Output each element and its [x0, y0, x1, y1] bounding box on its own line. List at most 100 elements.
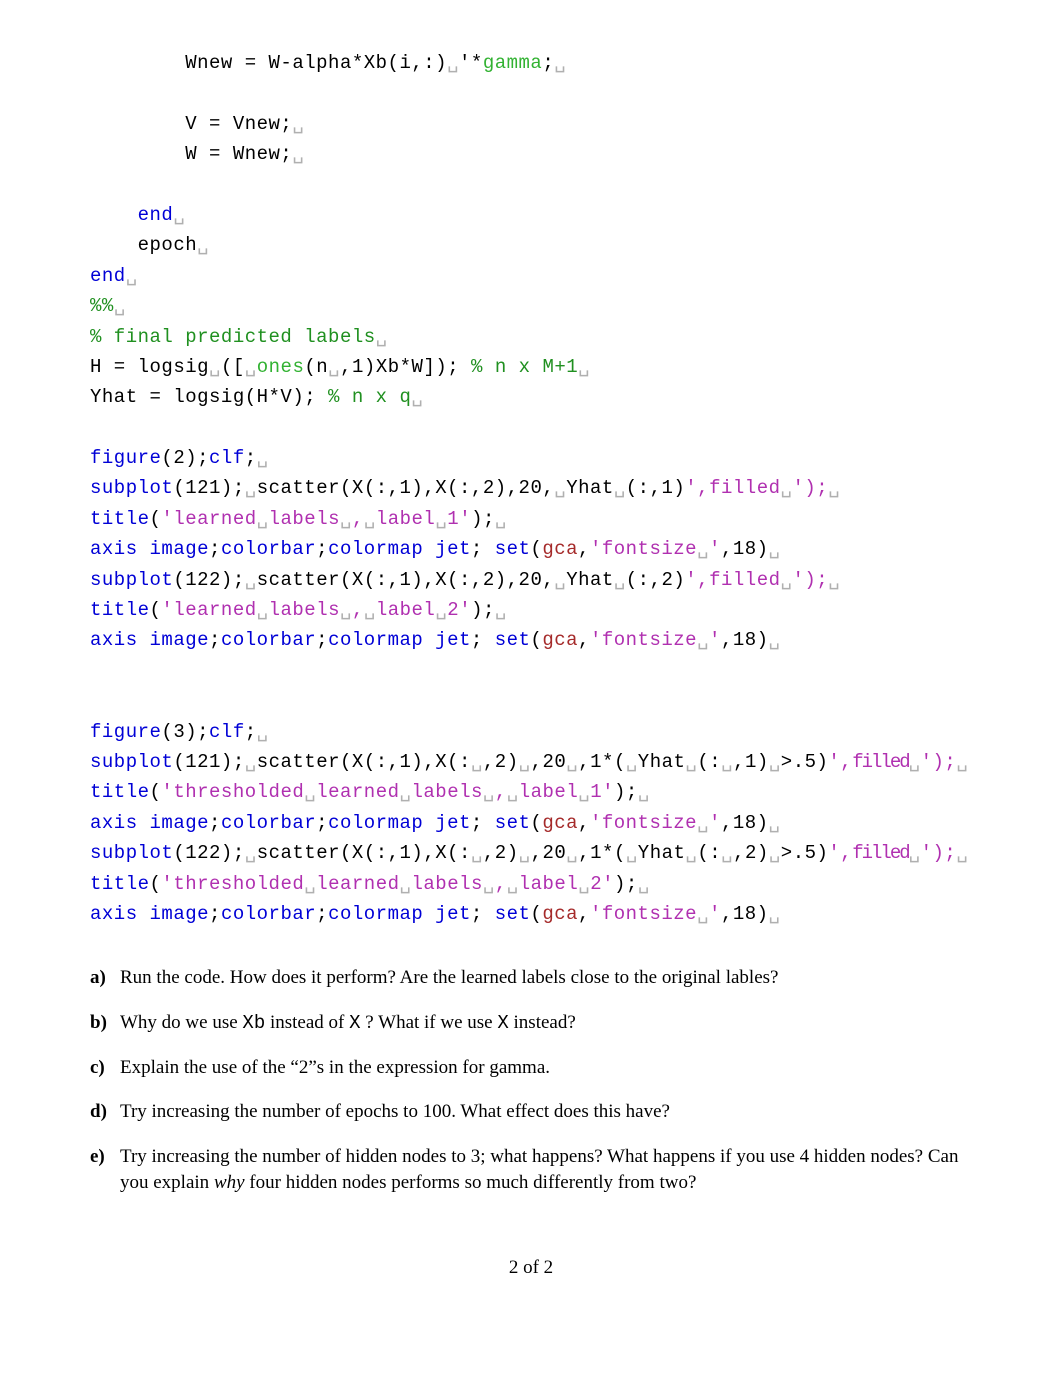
- space-marker: ␣: [257, 447, 269, 469]
- code-str: filled: [852, 751, 908, 773]
- code-text: ,: [578, 903, 590, 925]
- space-marker: ␣: [685, 751, 697, 773]
- question-c: c) Explain the use of the “2”s in the ex…: [90, 1055, 972, 1082]
- code-str: labels: [269, 599, 340, 621]
- code-text: );: [614, 873, 638, 895]
- code-text: (: [530, 538, 542, 560]
- code-kw: colorbar: [221, 538, 316, 560]
- code-text: (: [530, 629, 542, 651]
- space-marker: ␣: [909, 842, 921, 864]
- code-text: Yhat: [566, 569, 614, 591]
- code-kw: axis image: [90, 903, 209, 925]
- space-marker: ␣: [507, 873, 519, 895]
- code-text: H = logsig: [90, 356, 209, 378]
- code-kw: colormap jet: [328, 538, 471, 560]
- code-text: ,20: [531, 842, 567, 864]
- code-str: ': [709, 629, 721, 651]
- code-str: ,: [352, 599, 364, 621]
- space-marker: ␣: [292, 143, 304, 165]
- code-comment: % n x M+1: [471, 356, 578, 378]
- space-marker: ␣: [257, 599, 269, 621]
- space-marker: ␣: [519, 751, 531, 773]
- space-marker: ␣: [781, 569, 793, 591]
- code-kw: axis image: [90, 629, 209, 651]
- code-str: 1': [447, 508, 471, 530]
- code-inline: X: [497, 1012, 508, 1034]
- code-text: (3);: [161, 721, 209, 743]
- space-marker: ␣: [376, 326, 388, 348]
- code-text: (122);: [173, 569, 244, 591]
- code-text: (:: [697, 751, 721, 773]
- code-comment: % final predicted labels: [90, 326, 376, 348]
- space-marker: ␣: [245, 751, 257, 773]
- code-kw: title: [90, 781, 150, 803]
- code-str: ');: [792, 569, 828, 591]
- code-text: (: [150, 508, 162, 530]
- code-str: ,: [495, 781, 507, 803]
- question-body: Why do we use Xb instead of X ? What if …: [120, 1010, 972, 1037]
- code-kw: clf: [209, 447, 245, 469]
- space-marker: ␣: [638, 781, 650, 803]
- code-text: (: [530, 903, 542, 925]
- code-comment: %%: [90, 295, 114, 317]
- space-marker: ␣: [685, 842, 697, 864]
- text: instead?: [509, 1012, 576, 1033]
- code-text: ,1*(: [578, 751, 626, 773]
- space-marker: ␣: [909, 751, 921, 773]
- code-text: ;: [542, 52, 554, 74]
- space-marker: ␣: [245, 569, 257, 591]
- code-str: 'thresholded: [161, 781, 304, 803]
- code-text: (: [150, 781, 162, 803]
- code-str: ': [709, 812, 721, 834]
- space-marker: ␣: [328, 356, 340, 378]
- space-marker: ␣: [304, 781, 316, 803]
- code-text: scatter(X(:,1),X(:: [257, 842, 471, 864]
- code-kw: axis image: [90, 538, 209, 560]
- code-text: ;: [471, 629, 495, 651]
- space-marker: ␣: [435, 599, 447, 621]
- space-marker: ␣: [697, 812, 709, 834]
- code-text: Yhat: [566, 477, 614, 499]
- space-marker: ␣: [828, 477, 840, 499]
- code-str: 'thresholded: [161, 873, 304, 895]
- code-inline: X: [349, 1012, 360, 1034]
- code-kw: title: [90, 873, 150, 895]
- code-text: (: [150, 873, 162, 895]
- code-str: label: [519, 781, 579, 803]
- question-b: b) Why do we use Xb instead of X ? What …: [90, 1010, 972, 1037]
- code-str: ');: [921, 842, 957, 864]
- code-kw: figure: [90, 447, 161, 469]
- code-str: filled: [852, 842, 908, 864]
- space-marker: ␣: [114, 295, 126, 317]
- code-str: 'fontsize: [590, 629, 697, 651]
- code-str: 'learned: [161, 599, 256, 621]
- code-str: 'learned: [161, 508, 256, 530]
- question-body: Explain the use of the “2”s in the expre…: [120, 1055, 972, 1082]
- question-letter: e): [90, 1144, 120, 1197]
- space-marker: ␣: [495, 599, 507, 621]
- code-kw: set: [495, 629, 531, 651]
- code-fn: gamma: [483, 52, 543, 74]
- space-marker: ␣: [578, 781, 590, 803]
- space-marker: ␣: [769, 812, 781, 834]
- code-kw: colorbar: [221, 903, 316, 925]
- space-marker: ␣: [566, 751, 578, 773]
- code-text: '*: [459, 52, 483, 74]
- space-marker: ␣: [697, 629, 709, 651]
- space-marker: ␣: [173, 204, 185, 226]
- code-kw: clf: [209, 721, 245, 743]
- space-marker: ␣: [197, 234, 209, 256]
- code-kw: title: [90, 599, 150, 621]
- space-marker: ␣: [447, 52, 459, 74]
- code-text: (:: [697, 842, 721, 864]
- space-marker: ␣: [956, 842, 968, 864]
- code-text: ;: [471, 903, 495, 925]
- space-marker: ␣: [411, 386, 423, 408]
- space-marker: ␣: [769, 538, 781, 560]
- code-str: ');: [921, 751, 957, 773]
- italic-text: why: [214, 1172, 245, 1193]
- space-marker: ␣: [769, 903, 781, 925]
- code-kw: end: [90, 265, 126, 287]
- question-body: Try increasing the number of hidden node…: [120, 1144, 972, 1197]
- space-marker: ␣: [400, 781, 412, 803]
